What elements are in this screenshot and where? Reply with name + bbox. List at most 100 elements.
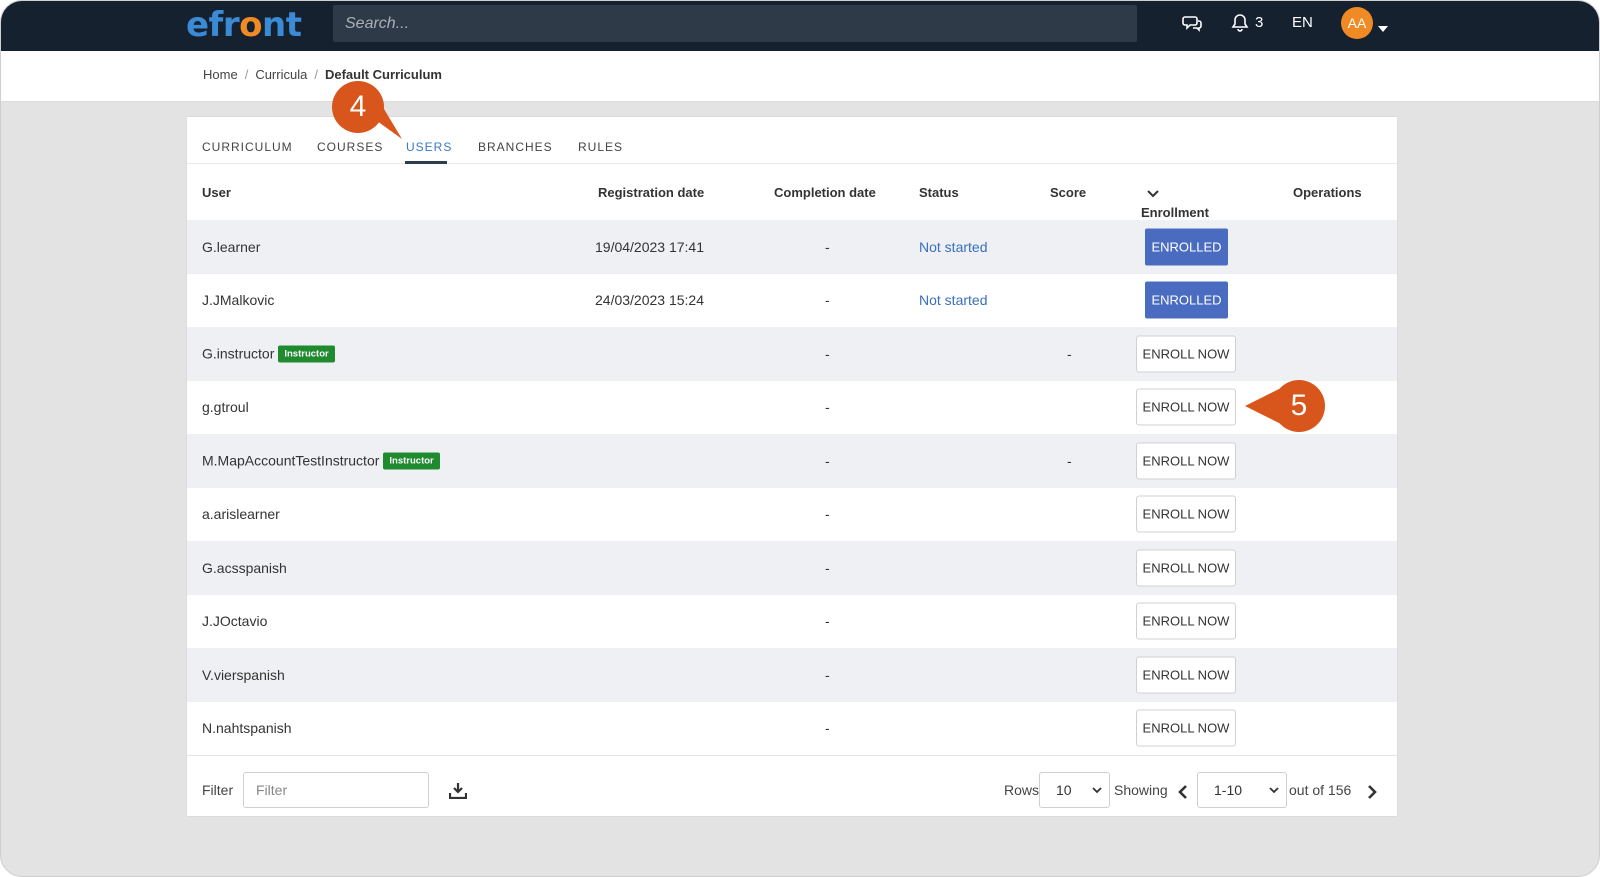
tab-users[interactable]: USERS	[406, 140, 452, 154]
completion-date: -	[825, 720, 830, 737]
breadcrumb-separator: /	[314, 67, 318, 82]
column-registration-date[interactable]: Registration date	[598, 185, 704, 200]
logo-text-o: o	[239, 5, 262, 45]
completion-date: -	[825, 613, 830, 630]
enroll-now-button[interactable]: ENROLL NOW	[1136, 388, 1236, 426]
app-window: efront 3 EN AA Home / Curricula / Defaul…	[0, 0, 1600, 877]
breadcrumb-separator: /	[244, 67, 249, 82]
registration-date: 19/04/2023 17:41	[595, 238, 704, 255]
annotation-number: 4	[349, 90, 367, 123]
user-cell: J.JMalkovic	[202, 292, 274, 308]
download-icon[interactable]	[448, 782, 468, 802]
user-cell: G.instructor Instructor	[202, 345, 335, 363]
table-row: g.gtroul - ENROLL NOW	[187, 381, 1397, 435]
column-enrollment-label: Enrollment	[1141, 205, 1209, 220]
chevron-down-icon[interactable]	[1378, 19, 1388, 37]
user-name[interactable]: g.gtroul	[202, 399, 249, 415]
logo-text-left: efr	[186, 5, 240, 45]
column-enrollment[interactable]: Enrollment	[1141, 185, 1209, 220]
previous-page-icon[interactable]	[1178, 784, 1188, 803]
rows-per-page-select[interactable]: 10	[1039, 772, 1110, 808]
breadcrumb-bar: Home / Curricula / Default Curriculum	[1, 51, 1599, 102]
page-range-value: 1-10	[1214, 782, 1243, 798]
user-cell: g.gtroul	[202, 399, 249, 415]
notification-count[interactable]: 3	[1255, 14, 1263, 31]
tab-rules[interactable]: RULES	[578, 140, 623, 154]
column-status[interactable]: Status	[919, 185, 959, 200]
user-name[interactable]: N.nahtspanish	[202, 720, 292, 736]
table-row: a.arislearner - ENROLL NOW	[187, 488, 1397, 542]
column-user[interactable]: User	[202, 185, 231, 200]
tab-branches[interactable]: BRANCHES	[478, 140, 553, 154]
status-text: Not started	[919, 238, 988, 255]
logo-text-right: nt	[261, 5, 302, 45]
user-name[interactable]: J.JMalkovic	[202, 292, 274, 308]
breadcrumb: Home / Curricula / Default Curriculum	[203, 67, 442, 82]
completion-date: -	[825, 452, 830, 469]
column-operations[interactable]: Operations	[1293, 185, 1362, 200]
next-page-icon[interactable]	[1367, 784, 1377, 803]
avatar[interactable]: AA	[1341, 7, 1373, 39]
efront-logo[interactable]: efront	[186, 5, 302, 45]
enroll-now-button[interactable]: ENROLL NOW	[1136, 442, 1236, 480]
tab-courses[interactable]: COURSES	[317, 140, 383, 154]
user-name[interactable]: G.instructor	[202, 346, 274, 362]
filter-label: Filter	[202, 782, 234, 798]
registration-date: 24/03/2023 15:24	[595, 292, 704, 309]
user-cell: V.vierspanish	[202, 667, 285, 683]
page-range-select[interactable]: 1-10	[1197, 772, 1287, 808]
user-name[interactable]: V.vierspanish	[202, 667, 285, 683]
table-row: M.MapAccountTestInstructor Instructor - - EN…	[187, 434, 1397, 488]
user-name[interactable]: a.arislearner	[202, 506, 280, 522]
table-header: User Registration date Completion date S…	[187, 165, 1397, 220]
user-name[interactable]: G.acsspanish	[202, 560, 287, 576]
user-cell: a.arislearner	[202, 506, 280, 522]
filter-input[interactable]	[243, 772, 429, 808]
breadcrumb-home[interactable]: Home	[203, 67, 238, 82]
rows-per-page-value: 10	[1056, 782, 1072, 798]
curriculum-card: CURRICULUM COURSES USERS BRANCHES RULES …	[187, 117, 1397, 816]
instructor-badge: Instructor	[278, 345, 335, 363]
total-count-text: out of 156	[1289, 782, 1352, 798]
top-bar: efront 3 EN AA	[1, 1, 1599, 51]
showing-label: Showing	[1114, 782, 1168, 798]
user-cell: M.MapAccountTestInstructor Instructor	[202, 452, 440, 470]
completion-date: -	[825, 292, 830, 309]
rows-label: Rows	[1004, 782, 1040, 798]
table-row: N.nahtspanish - ENROLL NOW	[187, 702, 1397, 756]
annotation-marker-5: 5	[1273, 380, 1325, 432]
table-row: G.acsspanish - ENROLL NOW	[187, 541, 1397, 595]
breadcrumb-curricula[interactable]: Curricula	[255, 67, 307, 82]
breadcrumb-current: Default Curriculum	[324, 67, 442, 82]
search-input[interactable]	[333, 5, 1137, 42]
annotation-number: 5	[1290, 389, 1308, 422]
user-name[interactable]: M.MapAccountTestInstructor	[202, 453, 379, 469]
column-completion-date[interactable]: Completion date	[774, 185, 876, 200]
user-name[interactable]: G.learner	[202, 239, 260, 255]
chat-icon[interactable]	[1182, 13, 1202, 38]
user-cell: N.nahtspanish	[202, 720, 292, 736]
enrolled-button[interactable]: ENROLLED	[1145, 228, 1228, 266]
chevron-down-icon	[1147, 189, 1159, 197]
enroll-now-button[interactable]: ENROLL NOW	[1136, 656, 1236, 694]
enroll-now-button[interactable]: ENROLL NOW	[1136, 495, 1236, 533]
enrolled-button[interactable]: ENROLLED	[1145, 281, 1228, 319]
completion-date: -	[825, 399, 830, 416]
completion-date: -	[825, 666, 830, 683]
enroll-now-button[interactable]: ENROLL NOW	[1136, 602, 1236, 640]
table-footer: Filter Rows 10 Showing 1-10 out of 156	[187, 755, 1397, 816]
column-score[interactable]: Score	[1050, 185, 1086, 200]
enroll-now-button[interactable]: ENROLL NOW	[1136, 709, 1236, 747]
chevron-down-icon	[1269, 787, 1279, 794]
completion-date: -	[825, 559, 830, 576]
language-selector[interactable]: EN	[1292, 14, 1313, 31]
enroll-now-button[interactable]: ENROLL NOW	[1136, 335, 1236, 373]
table-row: J.JMalkovic 24/03/2023 15:24 - Not started E…	[187, 274, 1397, 328]
tab-curriculum[interactable]: CURRICULUM	[202, 140, 293, 154]
table-row: G.learner 19/04/2023 17:41 - Not started ENR…	[187, 220, 1397, 274]
user-name[interactable]: J.JOctavio	[202, 613, 267, 629]
instructor-badge: Instructor	[383, 452, 440, 470]
enroll-now-button[interactable]: ENROLL NOW	[1136, 549, 1236, 587]
bell-icon[interactable]	[1231, 13, 1249, 38]
chevron-down-icon	[1092, 787, 1102, 794]
